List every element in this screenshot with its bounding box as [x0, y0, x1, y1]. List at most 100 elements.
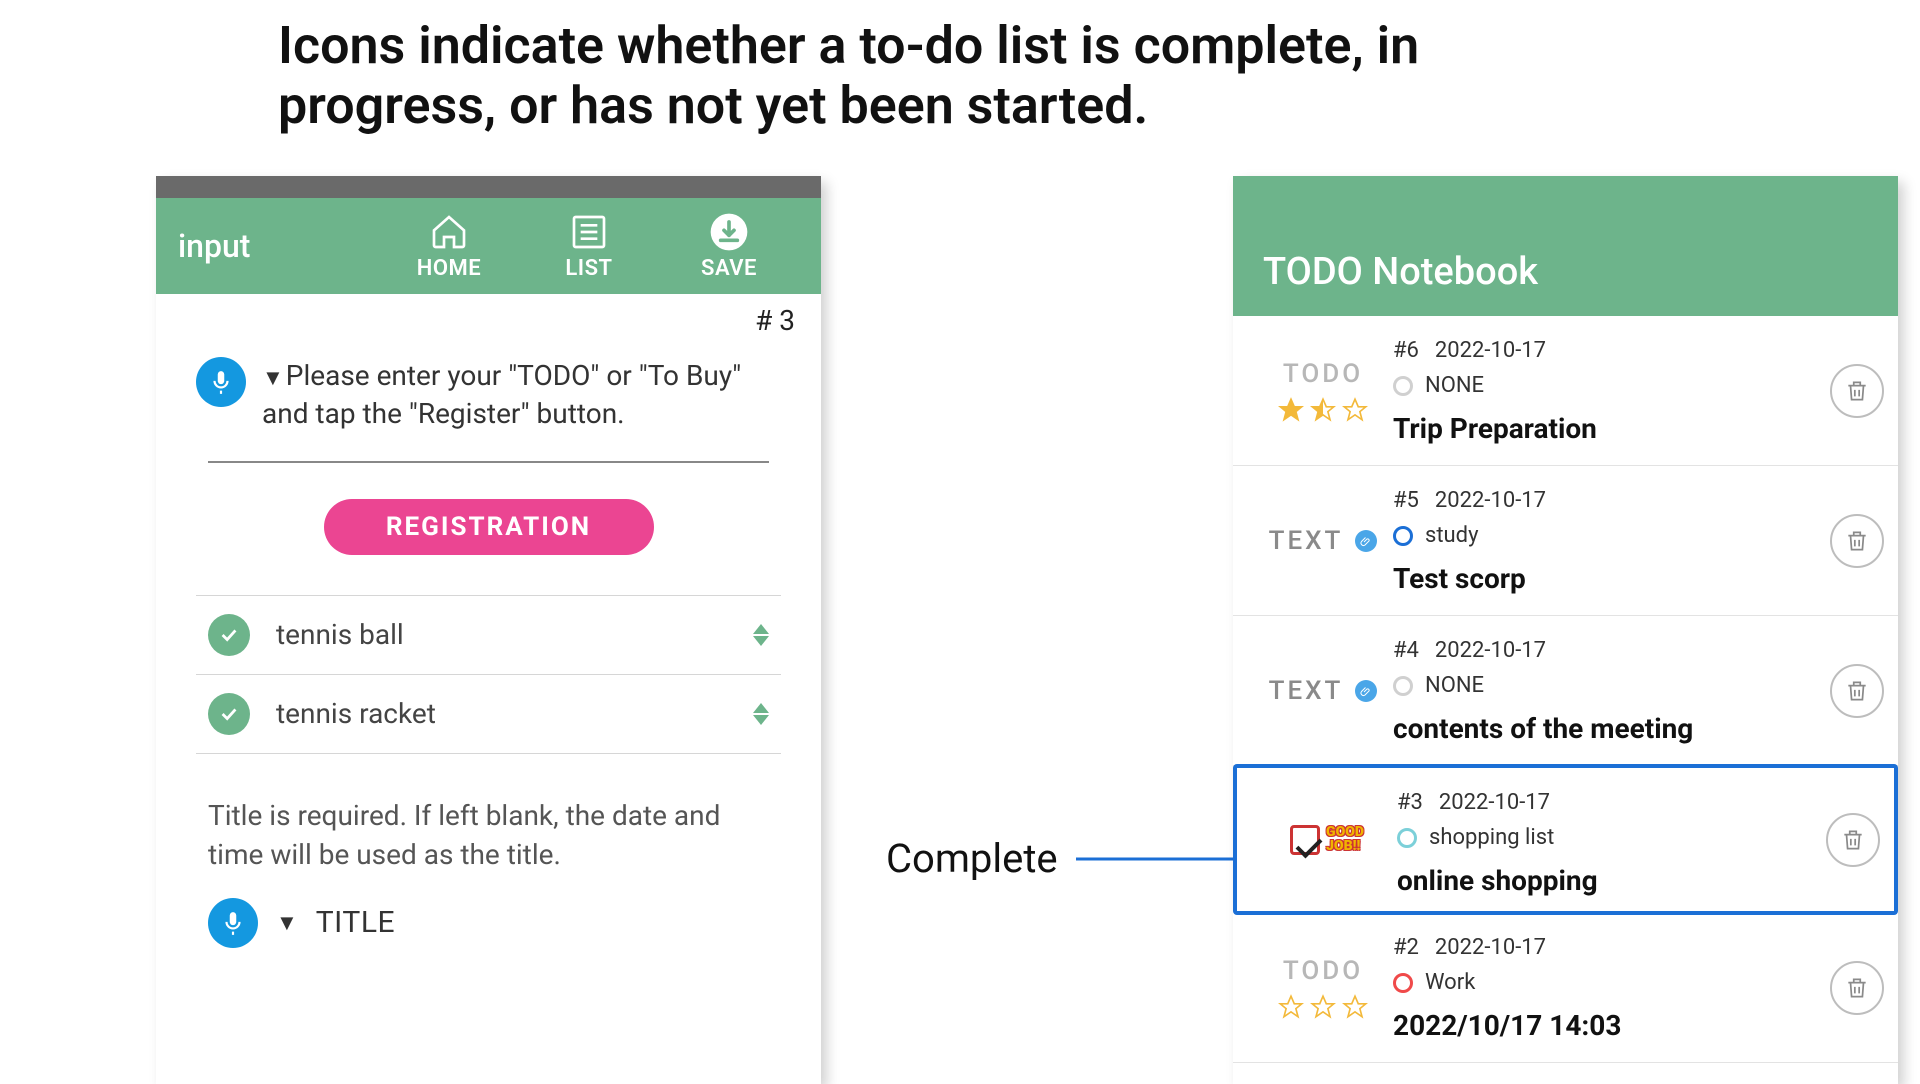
row-status: TODO — [1253, 330, 1393, 451]
notebook-item[interactable]: TEXT #4 2022-10-17 NONE contents of the meet… — [1233, 616, 1898, 766]
row-date: 2022-10-17 — [1439, 790, 1550, 815]
row-meta: #62022-10-17 — [1393, 338, 1830, 363]
row-title: contents of the meeting — [1393, 712, 1830, 745]
list-icon — [569, 212, 609, 252]
row-date: 2022-10-17 — [1435, 638, 1546, 663]
todo-item[interactable]: tennis ball — [196, 595, 781, 675]
home-icon — [429, 212, 469, 252]
row-meta: #2 2022-10-17 — [1393, 935, 1830, 960]
list-label: LIST — [565, 256, 612, 281]
notebook-list: TODO#62022-10-17NONETrip PreparationTEXT… — [1233, 316, 1898, 1063]
row-status: GOODJOB!! — [1257, 782, 1397, 897]
row-meta: #4 2022-10-17 — [1393, 638, 1830, 663]
tag-name: NONE — [1425, 673, 1484, 698]
check-icon[interactable] — [208, 693, 250, 735]
input-hint-row: ▼Please enter your "TODO" or "To Buy" an… — [196, 357, 781, 433]
row-tag: shopping list — [1397, 825, 1826, 850]
chevron-up-icon — [753, 703, 769, 713]
row-meta: #3 2022-10-17 — [1397, 790, 1826, 815]
attachment-icon — [1355, 530, 1377, 552]
trash-icon — [1840, 827, 1866, 853]
trash-icon — [1844, 528, 1870, 554]
row-date: 2022-10-17 — [1435, 935, 1546, 960]
row-status: TODO — [1253, 927, 1393, 1048]
input-hint: ▼Please enter your "TODO" or "To Buy" an… — [262, 357, 781, 433]
notebook-appbar: TODO Notebook — [1233, 176, 1898, 316]
delete-button[interactable] — [1830, 514, 1884, 568]
notebook-item[interactable]: GOODJOB!! #3 2022-10-17 shopping list online… — [1233, 764, 1898, 915]
star-rating — [1278, 994, 1368, 1020]
mic-button-title[interactable] — [208, 898, 258, 948]
type-label: TEXT — [1269, 676, 1344, 706]
delete-button[interactable] — [1830, 364, 1884, 418]
list-button[interactable]: LIST — [519, 212, 659, 281]
notebook-screen: TODO Notebook TODO#62022-10-17NONETrip P… — [1233, 176, 1898, 1084]
row-title: Test scorp — [1393, 562, 1830, 595]
item-label: tennis racket — [276, 697, 727, 730]
entry-number: # 3 — [156, 294, 821, 337]
notebook-item[interactable]: TEXT #52022-10-17 study Test scorp — [1233, 466, 1898, 616]
tag-name: Work — [1425, 970, 1475, 995]
registration-button[interactable]: REGISTRATION — [324, 499, 654, 555]
item-label: tennis ball — [276, 618, 727, 651]
status-bar — [156, 176, 821, 198]
notebook-item[interactable]: TODO #62022-10-17 NONE Trip Preparation — [1233, 316, 1898, 466]
notebook-title: TODO Notebook — [1263, 250, 1538, 294]
tag-name: study — [1425, 523, 1479, 548]
row-title: Trip Preparation — [1393, 412, 1830, 445]
trash-icon — [1844, 678, 1870, 704]
title-label: TITLE — [316, 905, 395, 940]
title-row: ▼ TITLE — [208, 898, 769, 948]
row-meta: #52022-10-17 — [1393, 488, 1830, 513]
chevron-up-icon — [753, 624, 769, 634]
type-label: TEXT — [1269, 526, 1344, 556]
reorder-handle[interactable] — [753, 703, 769, 725]
home-button[interactable]: HOME — [379, 212, 519, 281]
chevron-down-icon — [753, 636, 769, 646]
tag-color-icon — [1397, 828, 1417, 848]
todo-item[interactable]: tennis racket — [196, 675, 781, 754]
row-number: #4 — [1393, 638, 1419, 663]
goodjob-icon: GOODJOB!! — [1290, 825, 1364, 855]
mic-button[interactable] — [196, 357, 246, 407]
row-title: online shopping — [1397, 864, 1826, 897]
tag-name: shopping list — [1429, 825, 1554, 850]
type-label: TODO — [1283, 956, 1363, 986]
row-status: TEXT — [1253, 480, 1393, 601]
delete-button[interactable] — [1830, 961, 1884, 1015]
type-label: TODO — [1283, 359, 1363, 389]
trash-icon — [1844, 975, 1870, 1001]
tag-color-icon — [1393, 526, 1413, 546]
row-number: #6 — [1393, 338, 1419, 363]
notebook-item[interactable]: TODO #2 2022-10-17 Work 2022/10/17 14:03 — [1233, 913, 1898, 1063]
tag-color-icon — [1393, 676, 1413, 696]
mic-icon — [208, 369, 234, 395]
save-icon — [709, 212, 749, 252]
reorder-handle[interactable] — [753, 624, 769, 646]
row-tag: NONE — [1393, 673, 1830, 698]
trash-icon — [1844, 378, 1870, 404]
row-status: TEXT — [1253, 630, 1393, 751]
attachment-icon — [1355, 680, 1377, 702]
appbar-title: input — [178, 227, 379, 265]
row-tag: study — [1393, 523, 1830, 548]
input-appbar: input HOME LIST SAVE — [156, 198, 821, 294]
tag-color-icon — [1393, 973, 1413, 993]
complete-label: Complete — [886, 835, 1058, 882]
mic-icon — [220, 910, 246, 936]
delete-button[interactable] — [1830, 664, 1884, 718]
row-tag: NONE — [1393, 373, 1830, 398]
delete-button[interactable] — [1826, 813, 1880, 867]
row-number: #2 — [1393, 935, 1419, 960]
chevron-down-icon: ▼ — [276, 910, 298, 936]
row-number: #3 — [1397, 790, 1423, 815]
input-underline[interactable] — [208, 461, 769, 463]
check-icon[interactable] — [208, 614, 250, 656]
title-hint: Title is required. If left blank, the da… — [208, 796, 769, 874]
headline-text: Icons indicate whether a to-do list is c… — [278, 16, 1538, 137]
tag-color-icon — [1393, 376, 1413, 396]
tag-name: NONE — [1425, 373, 1484, 398]
row-title: 2022/10/17 14:03 — [1393, 1009, 1830, 1042]
row-number: #5 — [1393, 488, 1419, 513]
save-button[interactable]: SAVE — [659, 212, 799, 281]
